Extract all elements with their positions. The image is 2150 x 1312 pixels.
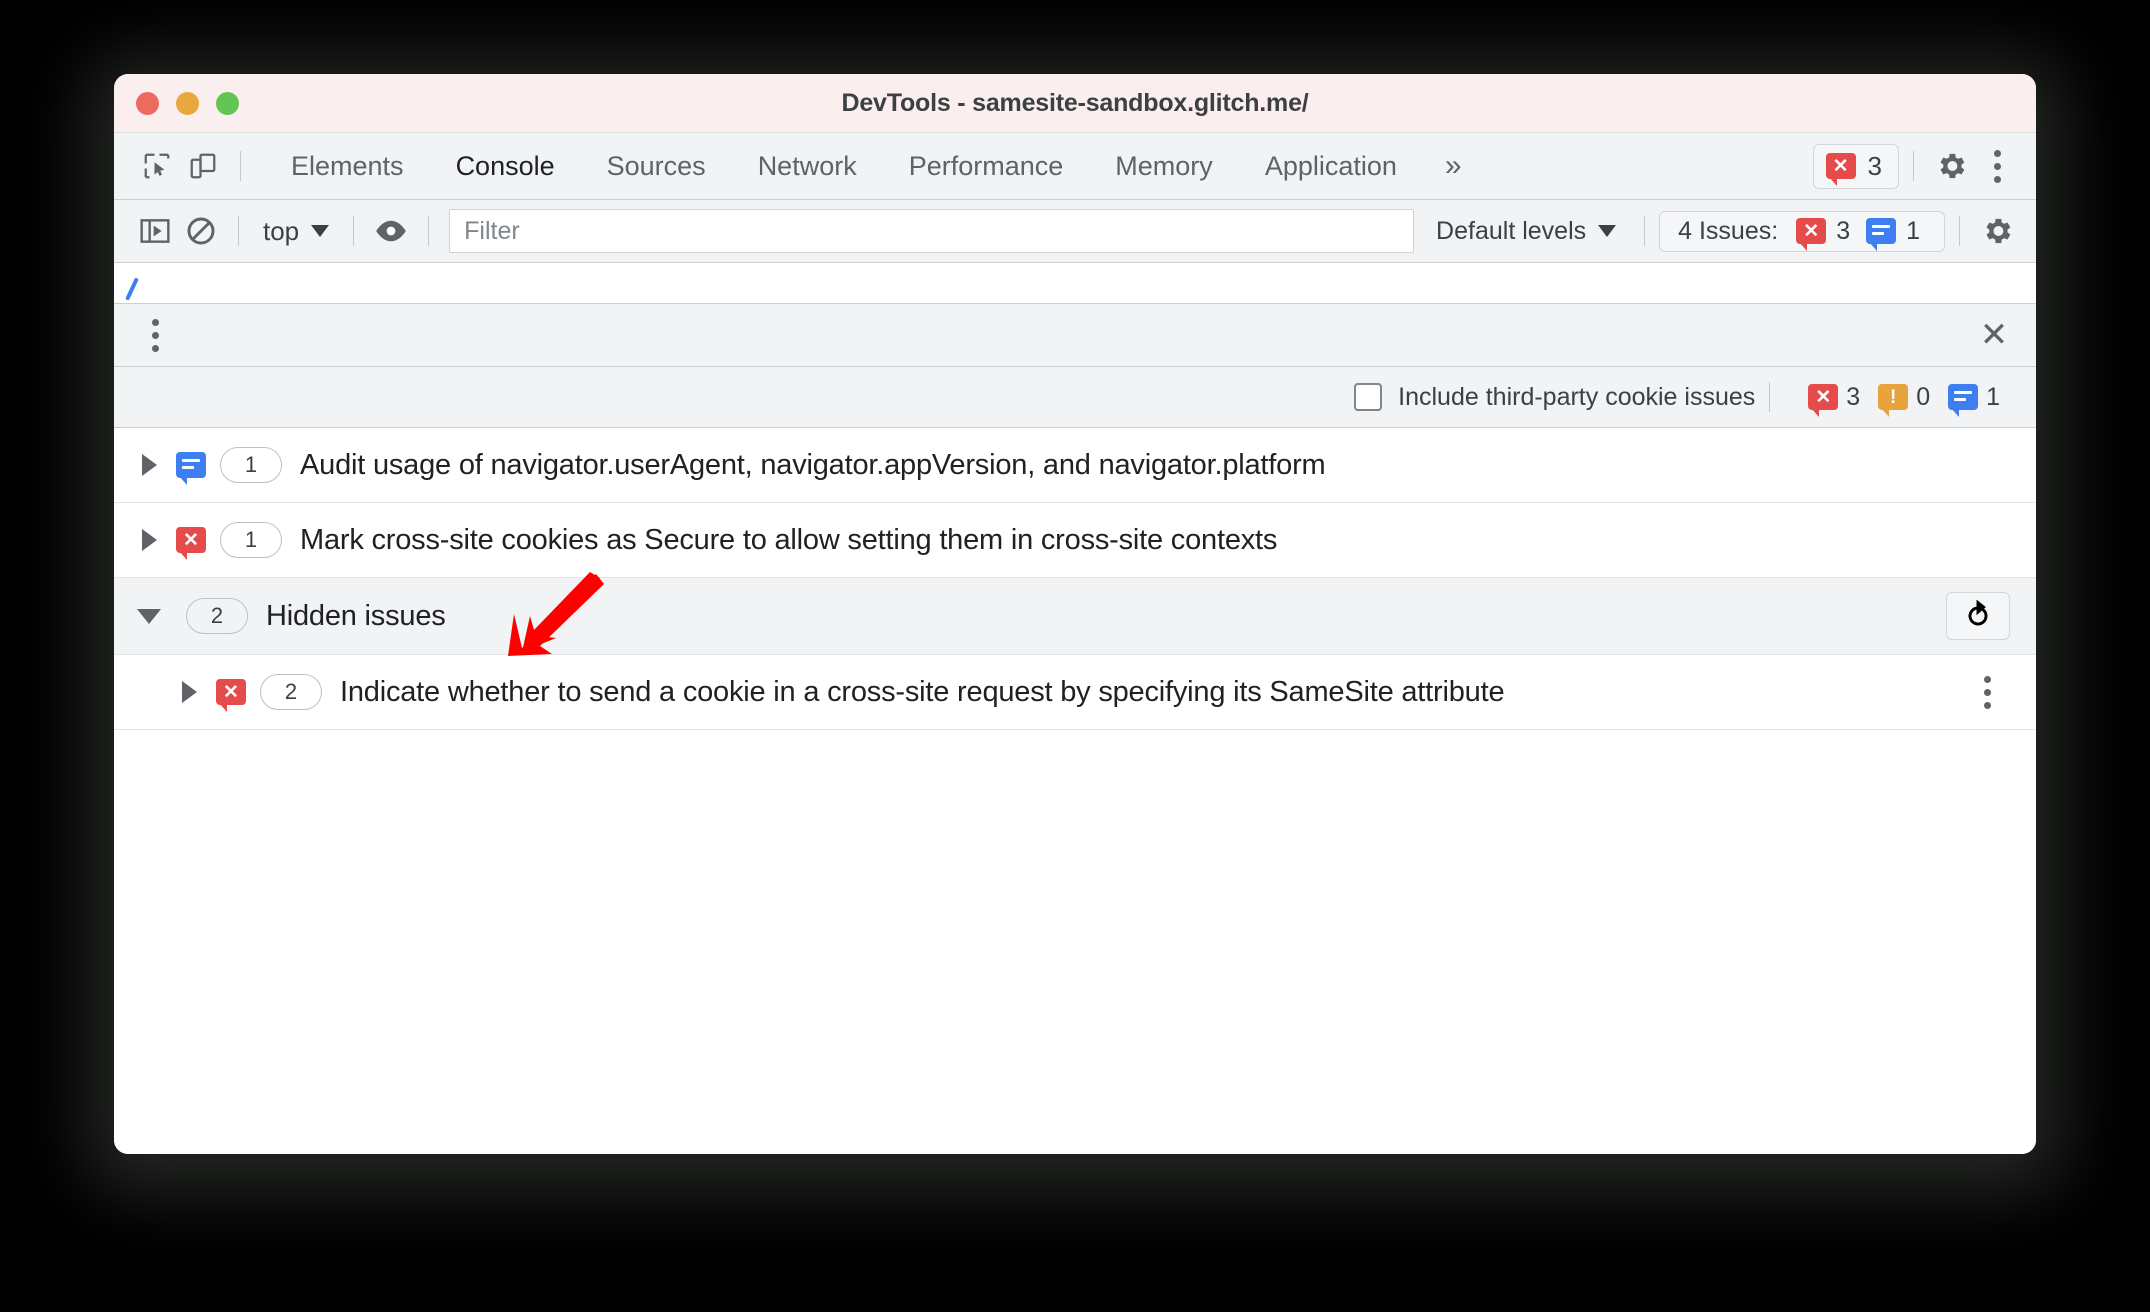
third-party-cookie-checkbox[interactable]	[1354, 383, 1383, 411]
issue-row-mark-cookies-secure[interactable]: ✕ 1 Mark cross-site cookies as Secure to…	[114, 503, 2036, 578]
hidden-issues-count-pill: 2	[186, 598, 248, 634]
refresh-icon[interactable]	[1946, 592, 2010, 640]
tab-application[interactable]: Application	[1239, 133, 1423, 199]
close-icon[interactable]: ✕	[1974, 318, 2014, 352]
tab-elements[interactable]: Elements	[265, 133, 430, 199]
screenshot-stage: DevTools - samesite-sandbox.glitch.me/ E…	[0, 0, 2150, 1312]
kebab-menu-icon-2[interactable]	[132, 312, 178, 358]
issue-count-pill-2: 1	[220, 522, 282, 558]
console-toolbar-divider-2	[353, 216, 355, 246]
issues-error-count: 3	[1836, 216, 1851, 245]
error-bubble-icon-2: ✕	[1796, 218, 1827, 251]
execution-context-selector[interactable]: top	[253, 216, 339, 247]
drawer-header: ✕	[114, 304, 2036, 367]
expand-triangle-icon[interactable]	[136, 454, 162, 476]
third-party-cookie-label: Include third-party cookie issues	[1398, 382, 1756, 411]
expand-triangle-icon-2[interactable]	[136, 529, 162, 551]
panel-tabs: Elements Console Sources Network Perform…	[265, 133, 1484, 199]
window-titlebar: DevTools - samesite-sandbox.glitch.me/	[114, 74, 2036, 133]
tab-sources[interactable]: Sources	[581, 133, 732, 199]
error-bubble-icon: ✕	[1825, 153, 1856, 186]
collapse-triangle-icon[interactable]	[136, 608, 162, 624]
tabbar-divider-2	[1913, 151, 1914, 181]
console-toolbar-divider-1	[238, 216, 239, 246]
issues-summary-button[interactable]: 4 Issues: ✕ 3 1	[1659, 210, 1945, 252]
tab-network[interactable]: Network	[732, 133, 883, 199]
hidden-issues-label: Hidden issues	[266, 599, 446, 632]
info-bubble-icon-3	[176, 452, 206, 485]
issue-title-2: Mark cross-site cookies as Secure to all…	[300, 523, 1278, 556]
more-tabs-icon[interactable]: »	[1423, 151, 1484, 181]
issue-info-count: 1	[1986, 382, 2000, 411]
kebab-menu-icon-3[interactable]	[1964, 669, 2010, 715]
annotation-arrow-icon	[508, 572, 604, 656]
console-toolbar-divider-5	[1959, 216, 1960, 246]
chevron-down-icon-2	[1598, 225, 1617, 237]
drawer-resize-marker	[125, 277, 139, 301]
gear-icon-2[interactable]	[1974, 208, 2020, 254]
expand-triangle-icon-3[interactable]	[176, 681, 202, 703]
gear-icon[interactable]	[1928, 143, 1974, 189]
filter-placeholder: Filter	[464, 216, 520, 245]
issues-info-count: 1	[1906, 216, 1920, 245]
issue-title-3: Indicate whether to send a cookie in a c…	[340, 675, 1505, 708]
warning-bubble-icon: !	[1878, 384, 1909, 417]
error-bubble-icon-4: ✕	[176, 527, 206, 560]
error-count: 3	[1867, 150, 1882, 181]
tab-performance[interactable]: Performance	[883, 133, 1090, 199]
issue-title: Audit usage of navigator.userAgent, navi…	[300, 448, 1326, 481]
info-bubble-icon-2	[1948, 384, 1979, 417]
devtools-window: DevTools - samesite-sandbox.glitch.me/ E…	[114, 74, 2036, 1154]
issue-count-pill: 1	[220, 447, 282, 483]
device-toolbar-icon[interactable]	[180, 143, 226, 189]
issue-counts: ✕ 3 ! 0 1	[1808, 382, 2010, 417]
kebab-menu-icon[interactable]	[1974, 143, 2020, 189]
issues-options-bar: Include third-party cookie issues ✕ 3 ! …	[114, 367, 2036, 428]
issue-group-hidden-issues[interactable]: 2 Hidden issues	[114, 578, 2036, 655]
issues-list: 1 Audit usage of navigator.userAgent, na…	[114, 428, 2036, 1154]
issue-row-samesite-attribute[interactable]: ✕ 2 Indicate whether to send a cookie in…	[114, 655, 2036, 730]
live-expression-eye-icon[interactable]	[368, 208, 414, 254]
console-output-area	[114, 263, 2036, 304]
log-levels-selector[interactable]: Default levels	[1422, 217, 1630, 246]
issues-subbar-divider	[1769, 382, 1771, 412]
tab-console[interactable]: Console	[430, 133, 581, 199]
execution-context-label: top	[263, 215, 300, 246]
issue-warning-count: 0	[1916, 382, 1931, 411]
console-toolbar: top Filter Default levels 4 Issues: ✕ 3 …	[114, 200, 2036, 263]
tabbar-divider	[240, 151, 241, 181]
issue-error-count: 3	[1846, 382, 1861, 411]
chevron-down-icon	[311, 225, 330, 237]
issue-count-pill-3: 2	[260, 674, 322, 710]
issue-row-audit-useragent[interactable]: 1 Audit usage of navigator.userAgent, na…	[114, 428, 2036, 503]
search-input[interactable]: Filter	[449, 209, 1415, 253]
console-sidebar-icon[interactable]	[132, 208, 178, 254]
log-levels-label: Default levels	[1436, 216, 1587, 245]
window-title: DevTools - samesite-sandbox.glitch.me/	[841, 88, 1309, 117]
issues-label: 4 Issues:	[1678, 216, 1779, 245]
error-bubble-icon-3: ✕	[1808, 384, 1839, 417]
error-bubble-icon-5: ✕	[216, 679, 246, 712]
devtools-tabbar: Elements Console Sources Network Perform…	[114, 133, 2036, 200]
clear-console-icon[interactable]	[178, 208, 224, 254]
console-toolbar-divider-3	[428, 216, 430, 246]
console-toolbar-divider-4	[1644, 216, 1646, 246]
info-bubble-icon	[1866, 218, 1897, 251]
inspect-element-icon[interactable]	[134, 143, 180, 189]
tab-memory[interactable]: Memory	[1089, 133, 1239, 199]
error-count-badge[interactable]: ✕ 3	[1812, 143, 1899, 189]
